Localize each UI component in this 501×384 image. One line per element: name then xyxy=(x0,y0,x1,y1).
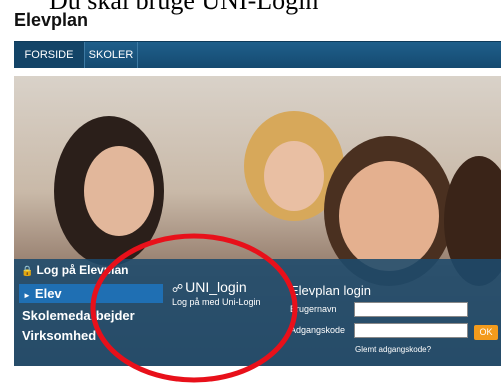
role-skolemedarbejder[interactable]: Skolemedarbejder xyxy=(22,308,135,323)
elevplan-login-title: Elevplan login xyxy=(290,283,371,298)
password-field[interactable] xyxy=(354,323,468,338)
hero-photo: 🔒 Log på Elevplan ► Elev Skolemedarbejder … xyxy=(14,76,501,366)
photo-face-left xyxy=(84,146,154,236)
main-nav: FORSIDE SKOLER xyxy=(14,41,501,68)
photo-face-right xyxy=(339,161,439,271)
forgot-password-link[interactable]: Glemt adgangskode? xyxy=(355,345,431,354)
uni-login-link[interactable]: ☍ UNI_login xyxy=(172,279,247,295)
app-title: Elevplan xyxy=(14,10,89,30)
role-virksomhed[interactable]: Virksomhed xyxy=(22,328,96,343)
role-elev-label: Elev xyxy=(34,286,62,301)
login-panel-title-text: Log på Elevplan xyxy=(36,263,129,277)
login-panel: 🔒 Log på Elevplan ► Elev Skolemedarbejder … xyxy=(14,259,501,366)
username-label: Brugernavn xyxy=(290,304,337,314)
nav-item-skoler[interactable]: SKOLER xyxy=(85,42,138,68)
link-icon: ☍ xyxy=(172,283,184,295)
role-elev[interactable]: ► Elev xyxy=(19,284,163,303)
lock-icon: 🔒 xyxy=(21,266,34,277)
top-caption: Du skal bruge UNI-Login xyxy=(49,0,319,15)
password-label: Adgangskode xyxy=(290,325,346,335)
arrow-right-icon: ► xyxy=(23,291,31,300)
uni-login-title: UNI_login xyxy=(185,279,247,295)
login-panel-title: 🔒 Log på Elevplan xyxy=(21,263,128,277)
ok-button[interactable]: OK xyxy=(474,325,498,340)
uni-login-subtitle: Log på med Uni-Login xyxy=(172,297,261,307)
username-field[interactable] xyxy=(354,302,468,317)
nav-item-forside[interactable]: FORSIDE xyxy=(14,42,85,68)
photo-face-center xyxy=(264,141,324,211)
